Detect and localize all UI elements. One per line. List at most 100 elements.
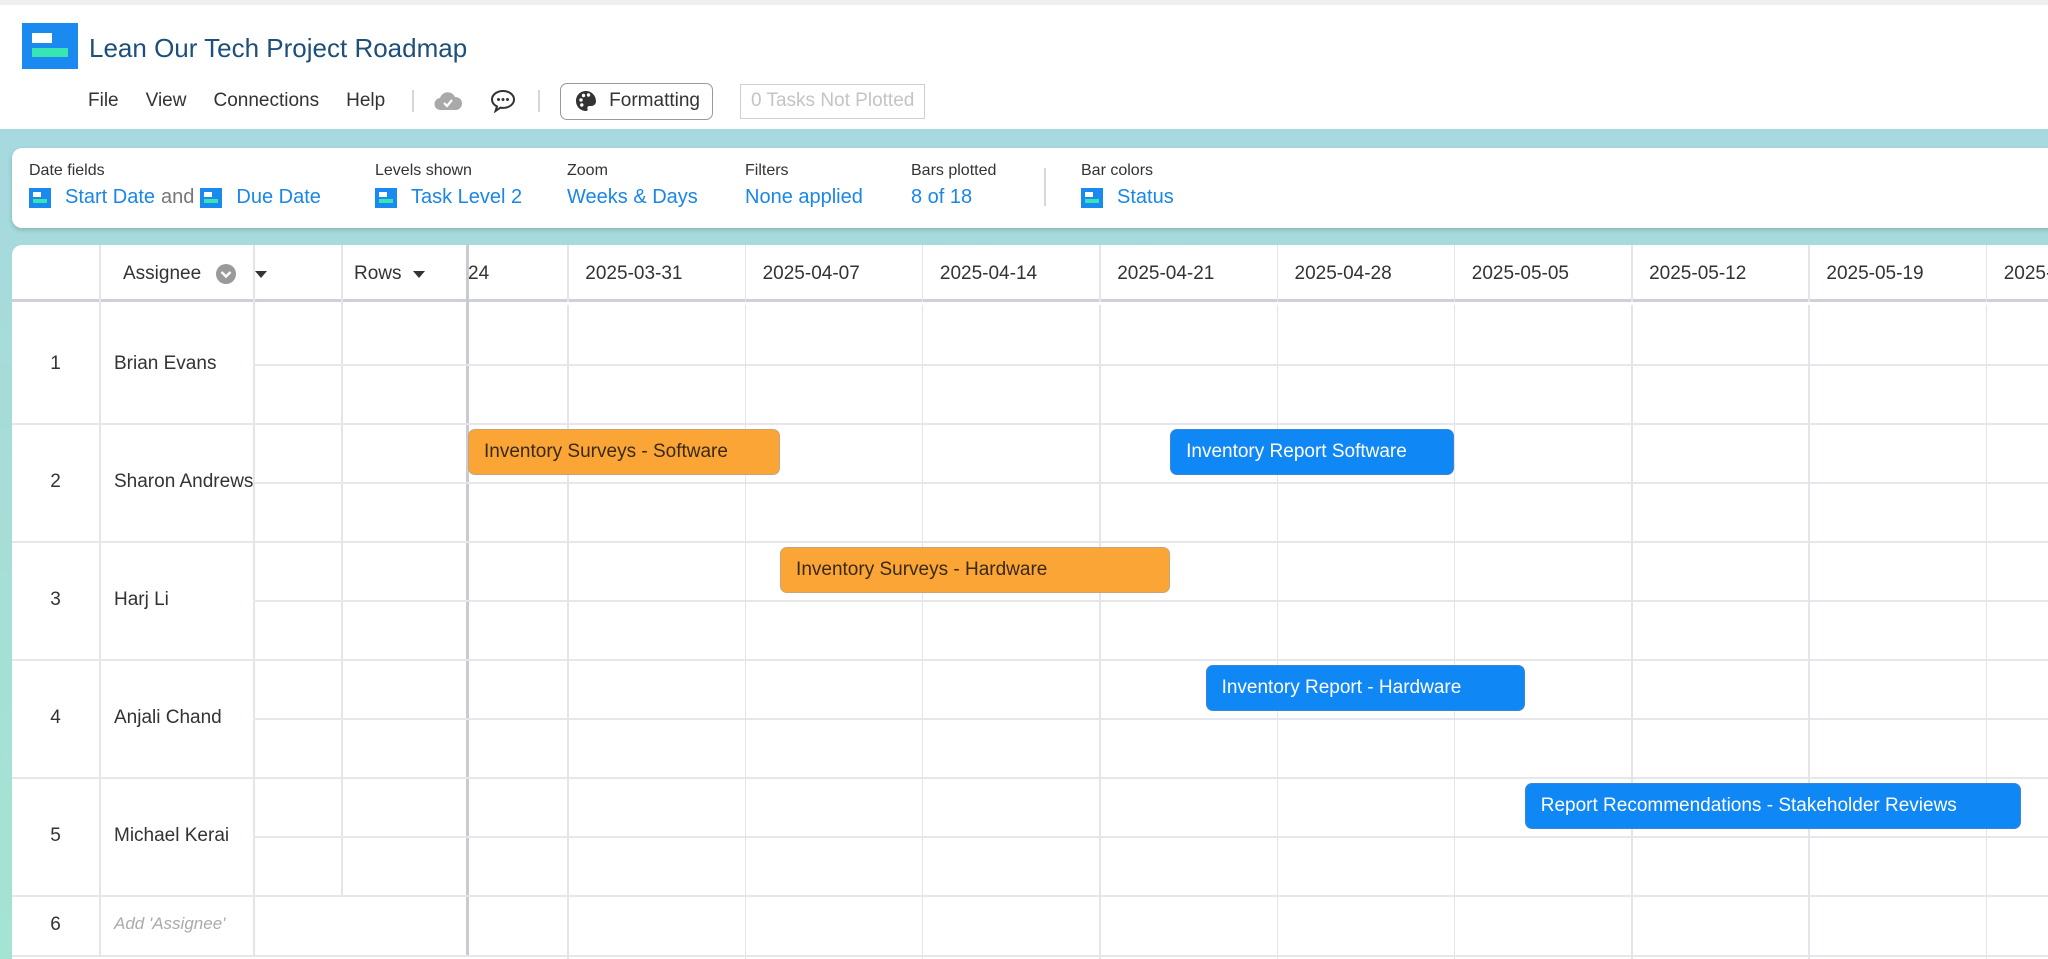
bars-plotted-value[interactable]: 8 of 18 (911, 186, 972, 209)
menu-file[interactable]: File (88, 90, 119, 112)
week-divider (1631, 245, 1633, 302)
filters-label: Filters (745, 162, 789, 179)
bar-colors-label: Bar colors (1081, 162, 1154, 179)
week-divider (744, 305, 747, 959)
field-icon (29, 187, 51, 208)
filters-value[interactable]: None applied (745, 186, 863, 209)
week-header-label: 2025-04-07 (762, 262, 860, 284)
row-number: 1 (50, 353, 61, 374)
timeline-area: Inventory Surveys - Software Inventory Re… (467, 305, 2048, 959)
menu-divider (412, 90, 415, 112)
comment-icon[interactable] (490, 89, 516, 113)
date-fields-label: Date fields (29, 162, 105, 179)
week-header-label: 2025-05-05 (1471, 262, 1569, 284)
week-header-label: 2025-04-28 (1294, 262, 1392, 284)
row-number: 2 (50, 471, 61, 492)
due-date-field[interactable]: Due Date (236, 186, 321, 209)
task-bar[interactable]: Inventory Report - Hardware (1205, 665, 1525, 711)
tasks-not-plotted-button[interactable]: 0 Tasks Not Plotted (739, 83, 926, 119)
start-date-field[interactable]: Start Date (65, 186, 155, 209)
rows-column-header[interactable]: Rows (354, 245, 426, 302)
task-bar[interactable]: Inventory Surveys - Software (468, 429, 781, 475)
bars-plotted-setting: Bars plotted 8 of 18 (911, 162, 996, 209)
assignee-name[interactable]: Sharon Andrews (114, 471, 253, 493)
bars-plotted-label: Bars plotted (911, 162, 997, 179)
task-bar-label: Report Recommendations - Stakeholder Rev… (1540, 795, 1957, 816)
task-bar[interactable]: Inventory Surveys - Hardware (780, 547, 1171, 593)
settings-bar: Date fields Start Date and Due Date Leve… (12, 148, 2048, 228)
week-divider (1099, 305, 1101, 959)
add-assignee-input[interactable]: Add 'Assignee' (114, 914, 225, 934)
zoom-label: Zoom (567, 162, 608, 179)
cloud-check-icon[interactable] (434, 91, 463, 111)
bar-colors-setting: Bar colors Status (1081, 162, 1174, 209)
assignee-name[interactable]: Brian Evans (114, 353, 216, 375)
field-icon (375, 187, 397, 208)
row-number: 5 (50, 825, 61, 846)
timeline-grid: Assignee Rows 2025-03-24 2025-03-31 2025-0… (12, 245, 2048, 959)
assignee-name[interactable]: Harj Li (114, 589, 169, 611)
task-bar-label: Inventory Report Software (1186, 441, 1407, 462)
week-divider (1808, 305, 1810, 959)
week-divider (1631, 305, 1633, 959)
settings-divider (1044, 168, 1046, 206)
rows-header-label: Rows (354, 262, 402, 284)
assignee-name[interactable]: Anjali Chand (114, 707, 222, 729)
task-bar[interactable]: Report Recommendations - Stakeholder Rev… (1524, 783, 2022, 829)
task-bar-label: Inventory Surveys - Hardware (796, 559, 1048, 580)
app-logo-icon (22, 23, 78, 69)
week-divider (567, 245, 569, 302)
zoom-setting: Zoom Weeks & Days (567, 162, 698, 209)
week-divider (921, 305, 924, 959)
week-divider (1808, 245, 1810, 302)
week-divider (1276, 245, 1278, 302)
menu-help[interactable]: Help (346, 90, 385, 112)
filters-setting: Filters None applied (745, 162, 863, 209)
formatting-label: Formatting (609, 90, 700, 111)
timeline-week-labels: 2025-03-24 2025-03-31 2025-04-07 2025-04-14… (467, 245, 2048, 302)
chevron-down-icon[interactable] (412, 269, 426, 279)
assignee-header-label: Assignee (123, 262, 202, 284)
week-header-label: 2025-03-24 (467, 262, 490, 284)
task-bar-label: Inventory Report - Hardware (1221, 677, 1462, 698)
week-divider (1453, 245, 1456, 302)
and-text: and (161, 186, 195, 208)
chevron-down-icon[interactable] (254, 269, 268, 279)
levels-shown-value[interactable]: Task Level 2 (411, 186, 522, 209)
task-bar[interactable]: Inventory Report Software (1170, 429, 1454, 475)
column-divider (341, 245, 343, 895)
week-divider (1276, 305, 1278, 959)
formatting-button[interactable]: Formatting (560, 82, 713, 120)
date-fields-setting: Date fields Start Date and Due Date (29, 162, 321, 209)
assignee-name[interactable]: Michael Kerai (114, 825, 229, 847)
week-header-label: 2025-04-21 (1117, 262, 1215, 284)
week-header-label: 2025-05-19 (1826, 262, 1924, 284)
levels-shown-label: Levels shown (375, 162, 472, 179)
week-header-label: 2025-05-26 (2003, 262, 2048, 284)
week-divider (1985, 245, 1988, 302)
week-divider (1453, 305, 1456, 959)
project-title[interactable]: Lean Our Tech Project Roadmap (89, 33, 467, 64)
palette-icon (576, 91, 597, 111)
menu-view[interactable]: View (146, 90, 187, 112)
week-divider (744, 245, 747, 302)
week-divider (1099, 245, 1101, 302)
row-number: 6 (50, 914, 61, 935)
week-divider (567, 305, 569, 959)
zoom-value[interactable]: Weeks & Days (567, 186, 698, 209)
field-icon (200, 187, 223, 208)
week-divider (921, 245, 924, 302)
menu-divider (538, 90, 541, 112)
week-header-label: 2025-03-31 (585, 262, 683, 284)
week-divider (1985, 305, 1988, 959)
menu-connections[interactable]: Connections (213, 90, 319, 112)
grid-header: Assignee Rows 2025-03-24 2025-03-31 2025-0… (12, 245, 2048, 302)
check-circle-icon[interactable] (215, 263, 237, 285)
assignee-column-header[interactable]: Assignee (123, 245, 268, 302)
column-divider (99, 245, 101, 955)
task-bar-label: Inventory Surveys - Software (484, 441, 728, 462)
row-number: 3 (50, 589, 61, 610)
levels-shown-setting: Levels shown Task Level 2 (375, 162, 522, 209)
bar-colors-value[interactable]: Status (1117, 186, 1174, 209)
row-number: 4 (50, 707, 61, 728)
